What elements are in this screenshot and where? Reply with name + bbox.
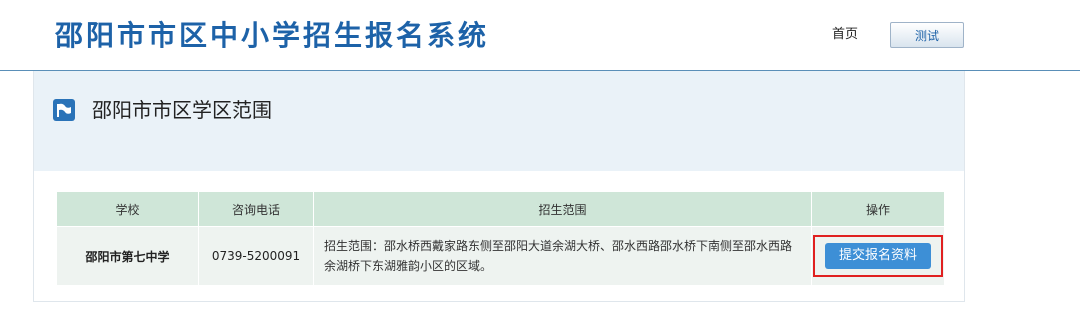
top-header: 邵阳市市区中小学招生报名系统 首页 测试 [0, 0, 1080, 71]
site-title: 邵阳市市区中小学招生报名系统 [55, 19, 490, 52]
submit-application-button[interactable]: 提交报名资料 [825, 243, 931, 269]
scope-cell: 招生范围：邵水桥西戴家路东侧至邵阳大道余湖大桥、邵水西路邵水桥下南侧至邵水西路余… [313, 226, 812, 286]
flag-icon [53, 99, 75, 121]
school-name-cell: 邵阳市第七中学 [56, 226, 199, 286]
school-table: 学校 咨询电话 招生范围 操作 邵阳市第七中学 0739-5200091 招生范… [56, 191, 945, 286]
school-district-panel: 邵阳市市区学区范围 学校 咨询电话 招生范围 操作 邵阳市第七中学 0739-5… [33, 71, 965, 302]
column-header-action: 操作 [811, 191, 945, 227]
table-row: 邵阳市第七中学 0739-5200091 招生范围：邵水桥西戴家路东侧至邵阳大道… [56, 226, 945, 286]
column-header-phone: 咨询电话 [198, 191, 314, 227]
highlight-box: 提交报名资料 [813, 235, 943, 277]
phone-cell: 0739-5200091 [198, 226, 314, 286]
column-header-scope: 招生范围 [313, 191, 812, 227]
panel-header: 邵阳市市区学区范围 [34, 71, 964, 171]
user-button[interactable]: 测试 [890, 22, 964, 48]
column-header-school: 学校 [56, 191, 199, 227]
panel-title: 邵阳市市区学区范围 [92, 98, 272, 122]
nav-home-link[interactable]: 首页 [832, 26, 858, 44]
table-header-row: 学校 咨询电话 招生范围 操作 [56, 191, 945, 227]
action-cell: 提交报名资料 [811, 226, 945, 286]
